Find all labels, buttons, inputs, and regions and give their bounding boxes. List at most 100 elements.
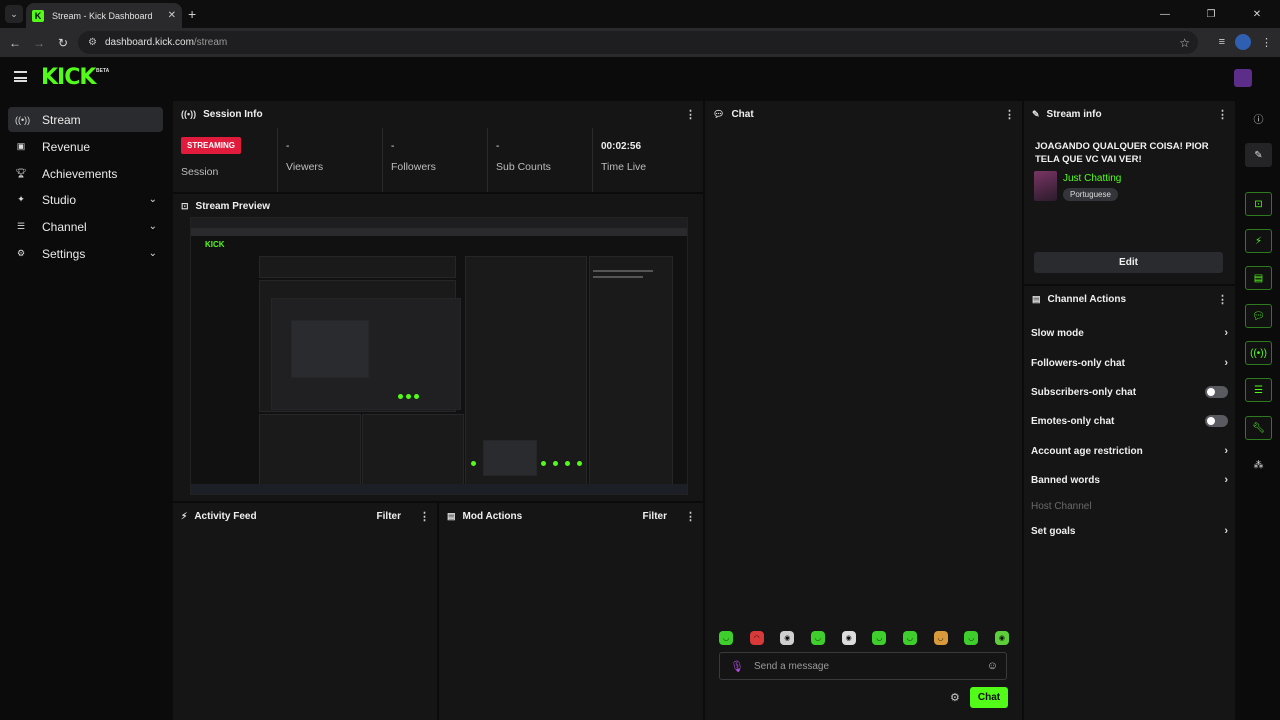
document-icon[interactable]: ▤	[1245, 266, 1272, 290]
channel-actions-header: ▤ Channel Actions ⋮	[1024, 286, 1235, 312]
kebab-menu-icon[interactable]: ⋮	[419, 510, 430, 523]
profile-avatar[interactable]	[1235, 34, 1251, 50]
wrench-icon[interactable]: 🔧︎	[1245, 416, 1272, 440]
url-input[interactable]: ⚙ dashboard.kick.com/stream ☆	[78, 31, 1198, 54]
media-control-icon[interactable]: ≡	[1219, 36, 1225, 48]
minimize-icon[interactable]: —	[1142, 0, 1188, 28]
info-icon[interactable]: ⓘ	[1245, 106, 1272, 130]
broadcast-icon: ((•))	[15, 114, 31, 125]
maximize-icon[interactable]: ❐	[1188, 0, 1234, 28]
sidebar-item-stream[interactable]: ((•)) Stream	[8, 107, 163, 132]
window-close-icon[interactable]: ✕	[1234, 0, 1280, 28]
account-age-row[interactable]: Account age restriction ›	[1031, 441, 1228, 461]
sidebar-item-achievements[interactable]: 🏆︎ Achievements	[8, 161, 163, 186]
kick-logo[interactable]: KICK	[41, 65, 96, 90]
dollar-icon: ▣	[16, 141, 26, 151]
activity-filter-button[interactable]: Filter	[377, 511, 401, 522]
sidebar-item-label: Stream	[42, 112, 81, 127]
edit-stream-info-button[interactable]: Edit	[1034, 252, 1223, 273]
panel-title: Stream info	[1046, 108, 1102, 120]
preview-info-box	[589, 256, 673, 492]
list-icon: ▤	[1032, 293, 1041, 304]
chat-bubble-icon[interactable]: 💬︎	[1245, 304, 1272, 328]
panel-title: Chat	[731, 108, 754, 120]
more-widgets-icon[interactable]: ⁂	[1245, 453, 1272, 477]
viewers-value: -	[286, 141, 290, 152]
stream-category[interactable]: Just Chatting	[1063, 173, 1121, 184]
hamburger-menu-icon[interactable]	[14, 71, 27, 82]
sidebar-item-studio[interactable]: ✦ Studio ⌄	[8, 187, 163, 212]
site-info-icon[interactable]: ⚙	[88, 37, 97, 48]
chat-input[interactable]	[753, 660, 974, 672]
app-header: KICK BETA	[0, 57, 1280, 99]
chat-panel: 💬︎ Chat ⋮ ◡ ◠ ◉ ◡ ◉ ◡ ◡ ◡ ◡ ◉ 🎙︎ ☺ ⚙ Cha…	[705, 101, 1022, 720]
slow-mode-row[interactable]: Slow mode ›	[1031, 323, 1228, 343]
channel-actions-panel: ▤ Channel Actions ⋮ Slow mode › Follower…	[1024, 286, 1235, 720]
emote-icon[interactable]: ◡	[964, 631, 979, 645]
session-cell: STREAMING Session	[173, 128, 278, 192]
kebab-menu-icon[interactable]: ⋮	[685, 510, 696, 523]
row-label: Account age restriction	[1031, 445, 1143, 457]
url-text: dashboard.kick.com/stream	[104, 37, 228, 48]
new-tab-icon[interactable]: +	[188, 6, 196, 22]
back-icon[interactable]: ←	[3, 36, 27, 50]
language-tag: Portuguese	[1063, 188, 1118, 201]
broadcast-icon[interactable]: ((•))	[1245, 341, 1272, 365]
send-chat-button[interactable]: Chat	[970, 687, 1008, 708]
subs-cell: - Sub Counts	[488, 128, 593, 192]
stream-preview-video[interactable]: KICK	[190, 217, 688, 495]
emote-icon[interactable]: ◡	[872, 631, 887, 645]
microphone-icon[interactable]: 🎙︎	[730, 660, 744, 673]
reload-icon[interactable]: ↻	[51, 36, 75, 50]
mod-filter-button[interactable]: Filter	[643, 511, 667, 522]
session-label: Session	[181, 166, 219, 178]
time-live-value: 00:02:56	[601, 141, 642, 152]
emotes-only-toggle[interactable]	[1205, 415, 1228, 427]
emote-icon[interactable]: ◉	[780, 631, 795, 645]
preview-toggle-icon[interactable]: ⊡	[1245, 192, 1272, 216]
viewers-label: Viewers	[286, 161, 324, 173]
session-stats: STREAMING Session - Viewers - Followers …	[173, 128, 703, 192]
close-tab-icon[interactable]: ✕	[168, 10, 176, 21]
row-label: Host Channel	[1031, 500, 1092, 512]
banned-words-row[interactable]: Banned words ›	[1031, 470, 1228, 490]
sidebar-item-settings[interactable]: ⚙ Settings ⌄	[8, 241, 163, 266]
tab-list-icon[interactable]: ⌄	[5, 5, 23, 23]
channel-actions-icon[interactable]: ☰	[1245, 378, 1272, 402]
bookmark-star-icon[interactable]: ☆	[1179, 36, 1190, 50]
set-goals-row[interactable]: Set goals ›	[1031, 521, 1228, 541]
lightning-icon[interactable]: ⚡︎	[1245, 229, 1272, 253]
edit-pencil-icon[interactable]: ✎	[1245, 143, 1272, 167]
kebab-menu-icon[interactable]: ⋮	[1004, 108, 1015, 121]
kebab-menu-icon[interactable]: ⋮	[1217, 293, 1228, 306]
emote-icon[interactable]: ◉	[994, 631, 1009, 645]
panel-title: Stream Preview	[195, 200, 271, 212]
forward-icon[interactable]: →	[27, 36, 51, 50]
subscribers-only-toggle[interactable]	[1205, 386, 1228, 398]
sidebar-item-label: Channel	[42, 219, 87, 234]
sidebar-item-revenue[interactable]: ▣ Revenue	[8, 134, 163, 159]
preview-text-line	[593, 276, 643, 278]
chevron-down-icon: ⌄	[148, 221, 157, 232]
user-avatar[interactable]	[1234, 69, 1252, 87]
emote-icon[interactable]: ◉	[841, 631, 856, 645]
window-controls: — ❐ ✕	[1142, 0, 1280, 28]
kebab-menu-icon[interactable]: ⋮	[685, 108, 696, 121]
emote-icon[interactable]: ◡	[933, 631, 948, 645]
sidebar-item-label: Achievements	[42, 166, 118, 181]
kebab-menu-icon[interactable]: ⋮	[1217, 108, 1228, 121]
preview-mod-box	[362, 414, 464, 492]
chat-message-field[interactable]: 🎙︎ ☺	[719, 652, 1007, 680]
browser-menu-icon[interactable]: ⋮	[1261, 36, 1272, 49]
emote-icon[interactable]: ◠	[749, 631, 764, 645]
emote-icon[interactable]: ◡	[902, 631, 917, 645]
browser-tab[interactable]: K Stream - Kick Dashboard ✕	[26, 3, 182, 28]
session-info-panel: ((•)) Session Info ⋮ STREAMING Session -…	[173, 101, 703, 192]
emoji-picker-icon[interactable]: ☺	[987, 660, 998, 672]
chat-settings-gear-icon[interactable]: ⚙	[950, 691, 960, 704]
followers-only-row[interactable]: Followers-only chat ›	[1031, 353, 1228, 373]
emote-icon[interactable]: ◡	[719, 631, 733, 645]
emote-icon[interactable]: ◡	[810, 631, 825, 645]
sidebar-item-channel[interactable]: ☰ Channel ⌄	[8, 214, 163, 239]
preview-emote	[406, 394, 411, 399]
